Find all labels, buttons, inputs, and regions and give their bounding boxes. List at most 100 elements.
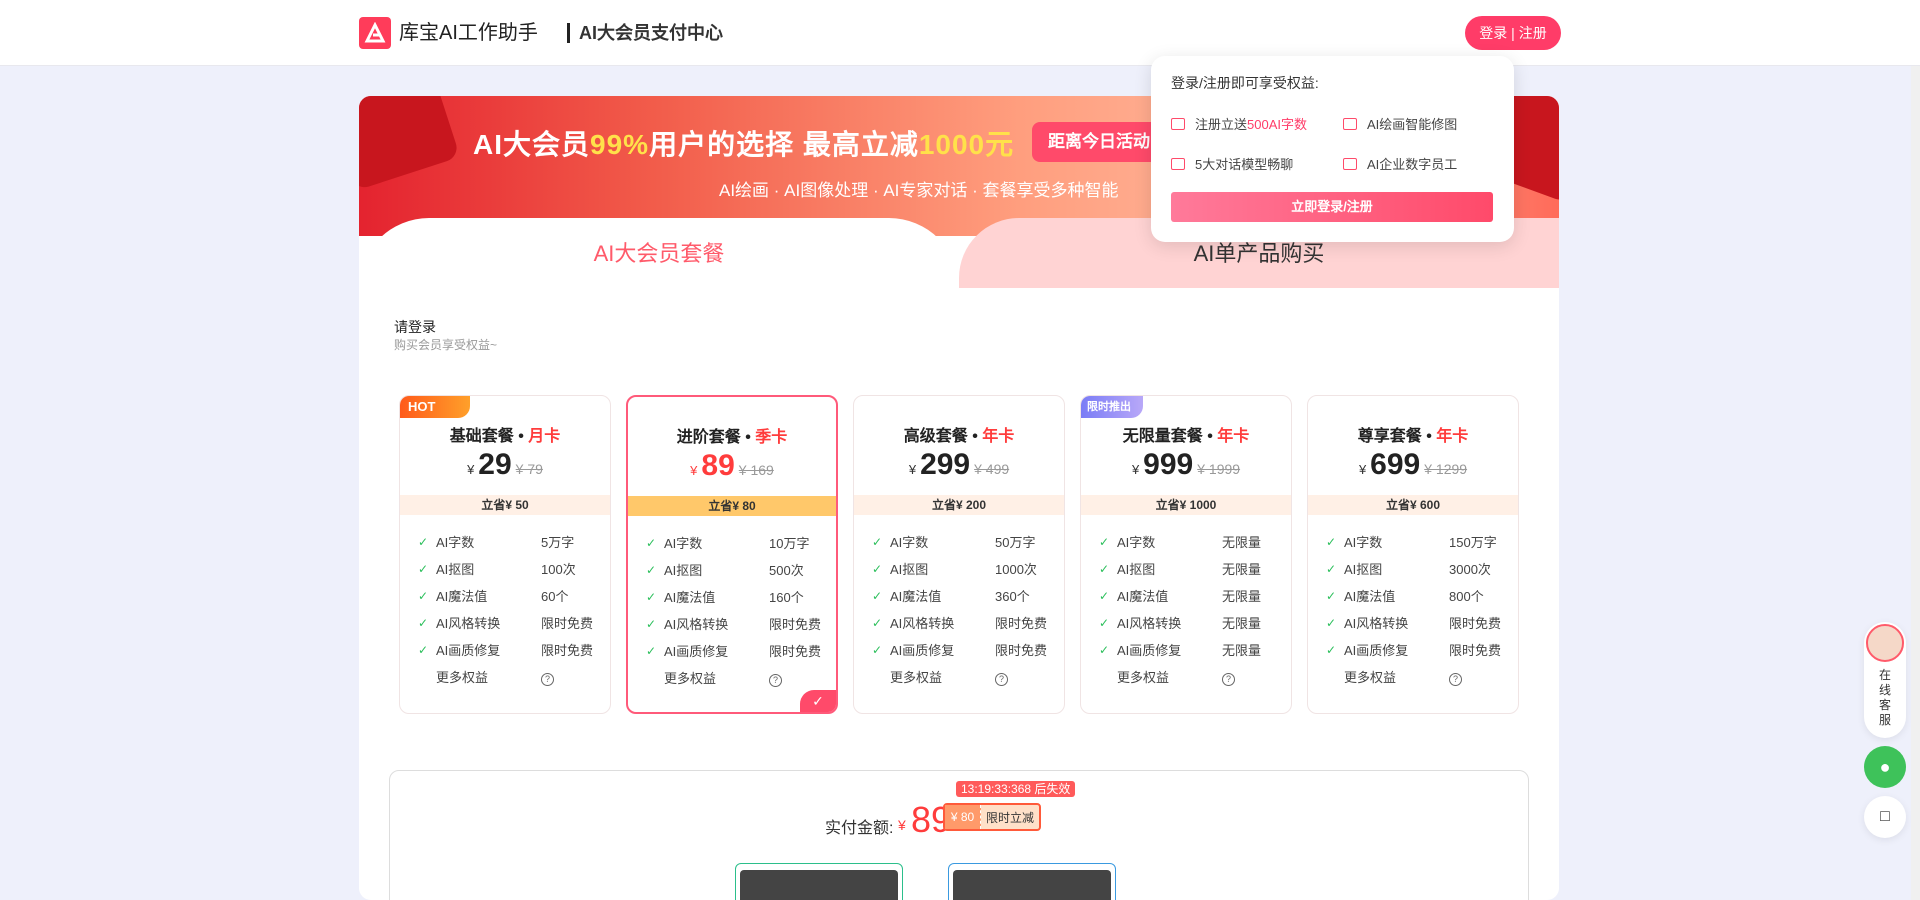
alipay-qr[interactable] xyxy=(948,863,1116,900)
help-icon[interactable]: ? xyxy=(1449,673,1462,686)
brand-logo-icon[interactable] xyxy=(359,17,391,49)
savings-label: 立省¥ 600 xyxy=(1308,495,1518,515)
page-scrollbar[interactable] xyxy=(1911,66,1920,900)
help-icon[interactable]: ? xyxy=(1222,673,1235,686)
check-icon: ✓ xyxy=(1099,616,1110,630)
more-benefits-label: 更多权益 xyxy=(1117,670,1170,685)
plan-card[interactable]: 高级套餐 • 年卡 ¥299 ¥ 499 立省¥ 200 ✓ AI字数 50万字 … xyxy=(853,395,1065,714)
plan-card[interactable]: 进阶套餐 • 季卡 ¥89 ¥ 169 立省¥ 80 ✓ AI字数 10万字 ✓ … xyxy=(626,395,838,714)
login-hint-title[interactable]: 请登录 xyxy=(394,317,436,337)
online-service-widget[interactable]: 在线客服 xyxy=(1864,622,1906,738)
feature-row: ✓ AI风格转换 限时免费 xyxy=(646,611,826,638)
feature-value: 无限量 xyxy=(1222,643,1262,658)
chat-robot-icon xyxy=(1171,157,1185,170)
check-icon: ✓ xyxy=(418,535,429,549)
more-benefits-row[interactable]: 更多权益 ? xyxy=(1326,664,1506,691)
original-price: ¥ 1999 xyxy=(1197,461,1241,477)
chat-icon[interactable]: □ xyxy=(1864,796,1906,838)
feature-value: 无限量 xyxy=(1222,589,1262,604)
feature-row: ✓ AI魔法值 无限量 xyxy=(1099,583,1279,610)
new-tag: 限时推出 xyxy=(1081,396,1143,418)
plan-title: 进阶套餐 xyxy=(676,429,741,446)
service-avatar xyxy=(1866,624,1904,662)
top-header: 库宝AI工作助手 AI大会员支付中心 登录 | 注册 xyxy=(0,0,1920,66)
image-icon xyxy=(1343,117,1357,130)
feature-name: AI风格转换 xyxy=(436,616,501,631)
login-benefits-popup: 登录/注册即可享受权益: 注册立送 500AI字数 AI绘画智能修图 5大对话模型… xyxy=(1151,56,1514,242)
plan-period: 季卡 xyxy=(755,429,788,446)
banner-title-highlight: 99% xyxy=(590,129,650,160)
plan-title: 基础套餐 xyxy=(449,428,514,445)
plan-title: 高级套餐 xyxy=(903,428,968,445)
feature-row: ✓ AI字数 无限量 xyxy=(1099,529,1279,556)
help-icon[interactable]: ? xyxy=(995,673,1008,686)
feature-row: ✓ AI魔法值 60个 xyxy=(418,583,598,610)
price-row: ¥89 ¥ 169 xyxy=(628,449,836,483)
plan-name: 无限量套餐 • 年卡 xyxy=(1122,428,1250,445)
feature-value: 10万字 xyxy=(769,536,810,551)
check-icon: ✓ xyxy=(418,562,429,576)
wechat-pay-qr[interactable] xyxy=(735,863,903,900)
price-currency: ¥ xyxy=(1131,462,1140,477)
plan-price: 29 xyxy=(478,448,512,481)
perk4-label: AI企业数字员工 xyxy=(1367,157,1458,172)
original-price: ¥ 499 xyxy=(974,461,1010,477)
popup-login-button[interactable]: 立即登录/注册 xyxy=(1171,192,1493,222)
more-benefits-row[interactable]: 更多权益 ? xyxy=(1099,664,1279,691)
check-icon: ✓ xyxy=(418,616,429,630)
payment-box: 13:19:33:368 后失效 实付金额: ¥ 89 ¥ 80 限时立减 xyxy=(389,770,1529,900)
feature-name: AI抠图 xyxy=(664,563,703,578)
perk-register-bonus: 注册立送 500AI字数 xyxy=(1171,114,1307,133)
feature-row: ✓ AI魔法值 160个 xyxy=(646,584,826,611)
more-benefits-row[interactable]: 更多权益 ? xyxy=(418,664,598,691)
price-row: ¥999 ¥ 1999 xyxy=(1081,448,1291,482)
check-icon: ✓ xyxy=(646,563,657,577)
plan-card[interactable]: 尊享套餐 • 年卡 ¥699 ¥ 1299 立省¥ 600 ✓ AI字数 150万… xyxy=(1307,395,1519,714)
login-register-button[interactable]: 登录 | 注册 xyxy=(1465,16,1561,50)
feature-list: ✓ AI字数 150万字 ✓ AI抠图 3000次 ✓ AI魔法值 800个 ✓… xyxy=(1326,529,1506,691)
check-icon: ✓ xyxy=(872,562,883,576)
check-icon: ✓ xyxy=(646,644,657,658)
feature-row: ✓ AI风格转换 限时免费 xyxy=(418,610,598,637)
brand-name[interactable]: 库宝AI工作助手 xyxy=(399,18,538,48)
price-currency: ¥ xyxy=(908,462,917,477)
more-benefits-row[interactable]: 更多权益 ? xyxy=(646,665,826,692)
more-benefits-label: 更多权益 xyxy=(890,670,943,685)
feature-name: AI魔法值 xyxy=(664,590,716,605)
feature-name: AI魔法值 xyxy=(436,589,488,604)
feature-name: AI字数 xyxy=(1344,535,1383,550)
wechat-icon[interactable]: ● xyxy=(1864,746,1906,788)
feature-value: 150万字 xyxy=(1449,535,1497,550)
help-cell: ? xyxy=(769,665,826,692)
tab-membership[interactable]: AI大会员套餐 xyxy=(359,236,959,268)
plan-period: 年卡 xyxy=(982,428,1015,445)
feature-name: AI风格转换 xyxy=(664,617,729,632)
check-icon: ✓ xyxy=(1099,643,1110,657)
feature-row: ✓ AI画质修复 无限量 xyxy=(1099,637,1279,664)
help-icon[interactable]: ? xyxy=(541,673,554,686)
feature-name: AI画质修复 xyxy=(664,644,729,659)
feature-row: ✓ AI抠图 500次 xyxy=(646,557,826,584)
plan-price: 299 xyxy=(920,448,971,481)
feature-value: 无限量 xyxy=(1222,535,1262,550)
payment-label: 实付金额: xyxy=(825,820,894,837)
plan-period: 月卡 xyxy=(528,428,561,445)
feature-row: ✓ AI字数 10万字 xyxy=(646,530,826,557)
plan-card[interactable]: 限时推出 无限量套餐 • 年卡 ¥999 ¥ 1999 立省¥ 1000 ✓ AI… xyxy=(1080,395,1292,714)
more-benefits-label: 更多权益 xyxy=(1344,670,1397,685)
hot-tag: HOT xyxy=(400,396,470,418)
more-benefits-label: 更多权益 xyxy=(436,670,489,685)
banner-subtitle: AI绘画 · AI图像处理 · AI专家对话 · 套餐享受多种智能 xyxy=(719,181,1119,200)
help-icon[interactable]: ? xyxy=(769,674,782,687)
feature-value: 5万字 xyxy=(541,535,575,550)
more-benefits-row[interactable]: 更多权益 ? xyxy=(872,664,1052,691)
plan-card[interactable]: HOT 基础套餐 • 月卡 ¥29 ¥ 79 立省¥ 50 ✓ AI字数 5万字 … xyxy=(399,395,611,714)
feature-name: AI风格转换 xyxy=(890,616,955,631)
perk-chat-models: 5大对话模型畅聊 xyxy=(1171,154,1293,173)
check-icon: ✓ xyxy=(872,616,883,630)
plan-period: 年卡 xyxy=(1436,428,1469,445)
